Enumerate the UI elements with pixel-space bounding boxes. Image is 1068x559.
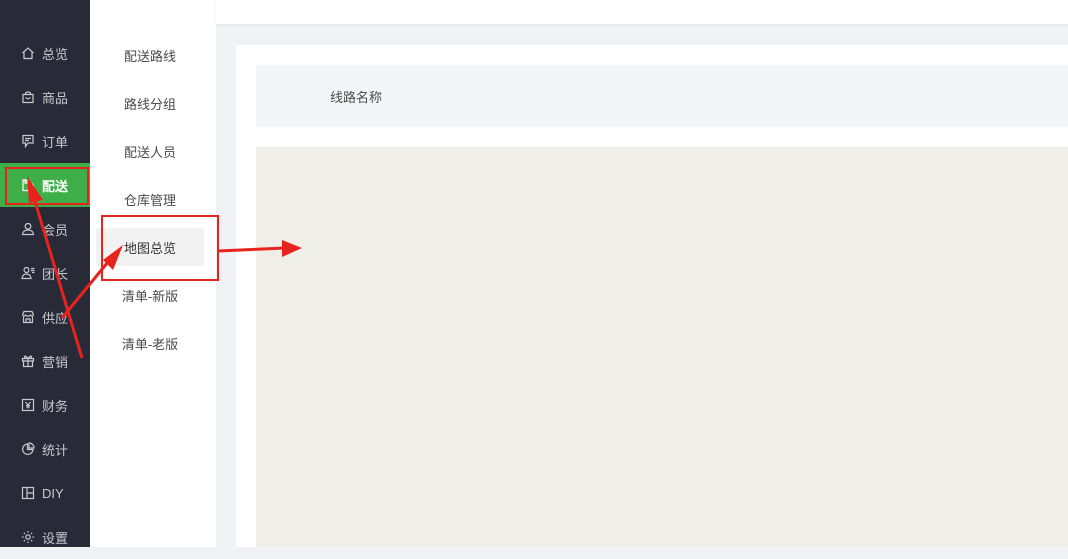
sidebar-item-label: 订单 [42, 134, 69, 150]
sidebar-item-label: 供应 [42, 310, 69, 326]
store-icon [20, 309, 36, 325]
leader-icon [20, 265, 36, 281]
sidebar-item-statistics[interactable]: 统计 [0, 427, 90, 471]
sidebar-item-label: 总览 [42, 46, 69, 62]
sidebar-item-finance[interactable]: 财务 [0, 383, 90, 427]
sidebar-item-settings[interactable]: 设置 [0, 515, 90, 559]
sidebar-item-label: 团长 [42, 266, 69, 282]
map-area[interactable] [256, 147, 1068, 547]
sidebar-item-label: 营销 [42, 354, 69, 370]
content-card: 线路名称 [236, 45, 1068, 547]
pie-chart-icon [20, 441, 36, 457]
submenu-item-warehouse[interactable]: 仓库管理 [96, 180, 204, 218]
submenu-item-list-old[interactable]: 清单-老版 [96, 324, 204, 362]
sidebar-item-label: 商品 [42, 90, 69, 106]
gift-icon [20, 353, 36, 369]
submenu-item-route-groups[interactable]: 路线分组 [96, 84, 204, 122]
receipt-icon [20, 133, 36, 149]
sidebar-item-supply[interactable]: 供应 [0, 295, 90, 339]
main-sidebar: 总览 商品 订单 配送 会员 团长 供应 营销 财务 统计 DIY 设置 [0, 0, 90, 547]
table-header: 线路名称 [256, 65, 1068, 127]
sidebar-item-label: 财务 [42, 398, 69, 414]
submenu-item-delivery-routes[interactable]: 配送路线 [96, 36, 204, 74]
submenu-item-delivery-staff[interactable]: 配送人员 [96, 132, 204, 170]
user-icon [20, 221, 36, 237]
layout-icon [20, 485, 36, 501]
home-icon [20, 45, 36, 61]
sidebar-item-diy[interactable]: DIY [0, 471, 90, 515]
gear-icon [20, 529, 36, 545]
column-header-route-name: 线路名称 [330, 90, 383, 105]
sidebar-item-orders[interactable]: 订单 [0, 119, 90, 163]
sidebar-item-marketing[interactable]: 营销 [0, 339, 90, 383]
annotation-box-map-overview [101, 215, 219, 281]
top-header [216, 0, 1068, 24]
sidebar-item-overview[interactable]: 总览 [0, 31, 90, 75]
sidebar-item-label: 会员 [42, 222, 69, 238]
sidebar-item-label: 设置 [42, 530, 69, 546]
sidebar-item-members[interactable]: 会员 [0, 207, 90, 251]
yen-icon [20, 397, 36, 413]
annotation-box-delivery [5, 167, 89, 205]
submenu-item-list-new[interactable]: 清单-新版 [96, 276, 204, 314]
shopping-bag-icon [20, 89, 36, 105]
sidebar-item-label: 统计 [42, 442, 69, 458]
sidebar-item-label: DIY [42, 485, 64, 501]
sidebar-item-products[interactable]: 商品 [0, 75, 90, 119]
sidebar-item-leaders[interactable]: 团长 [0, 251, 90, 295]
